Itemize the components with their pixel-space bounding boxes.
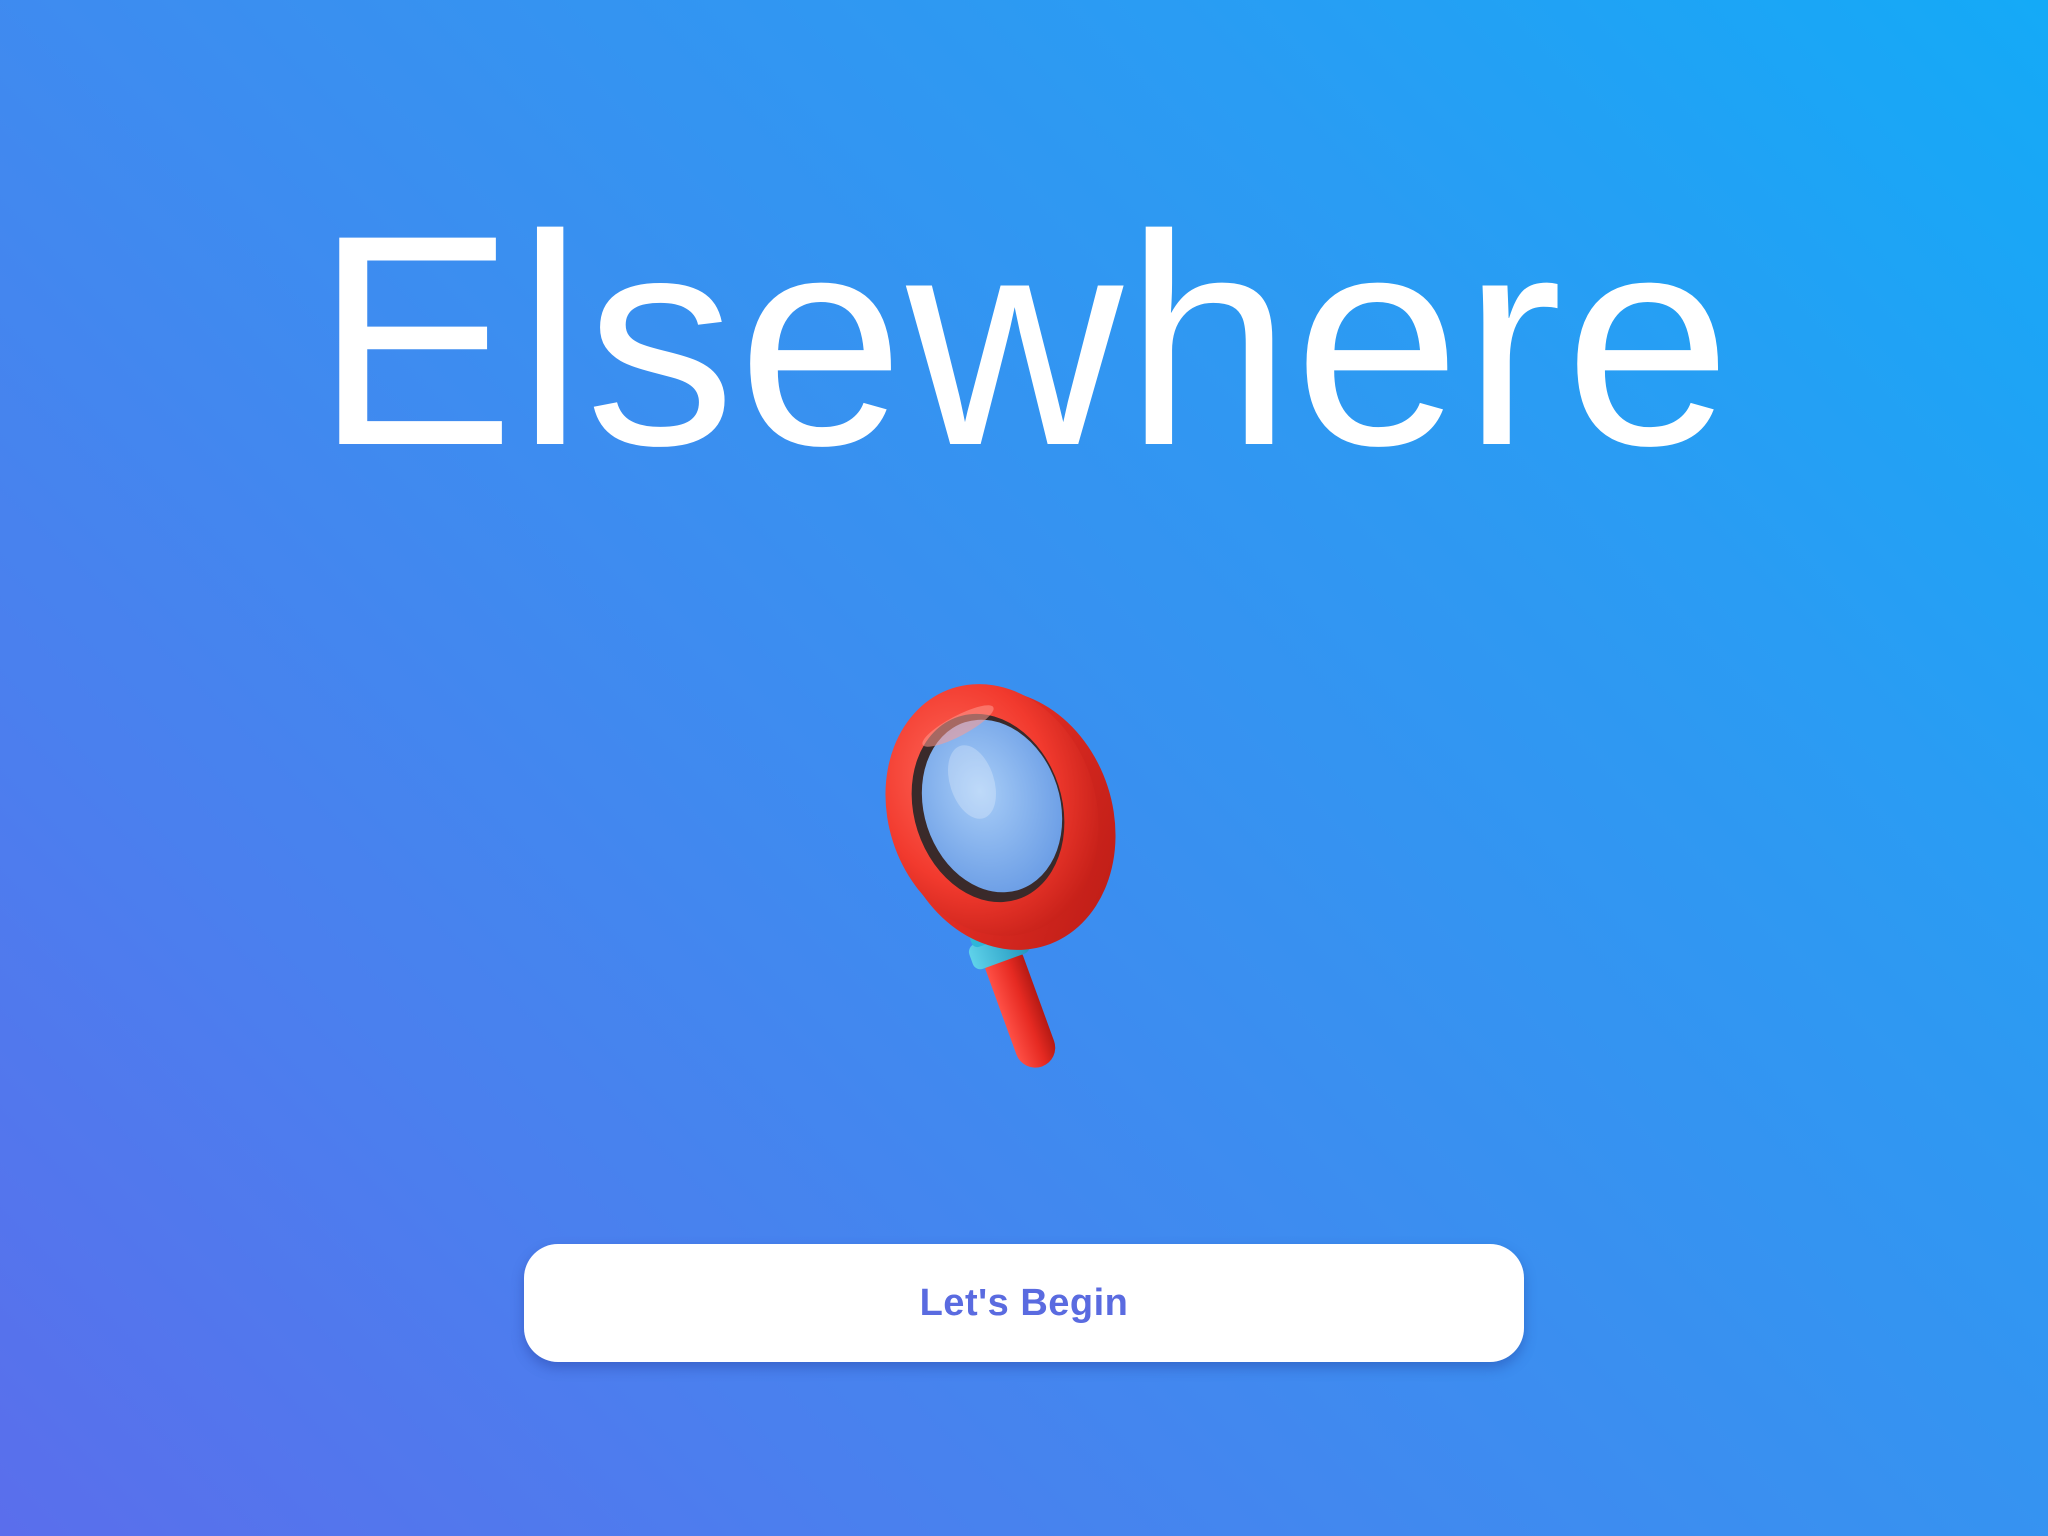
hero-illustration — [880, 670, 1150, 1080]
lets-begin-button[interactable]: Let's Begin — [524, 1244, 1524, 1362]
magnifying-glass-icon — [885, 684, 1116, 1068]
welcome-screen: { "app": { "title": "Elsewhere" }, "hero… — [0, 0, 2048, 1536]
app-title: Elsewhere — [314, 172, 1734, 508]
lets-begin-label: Let's Begin — [919, 1281, 1129, 1324]
